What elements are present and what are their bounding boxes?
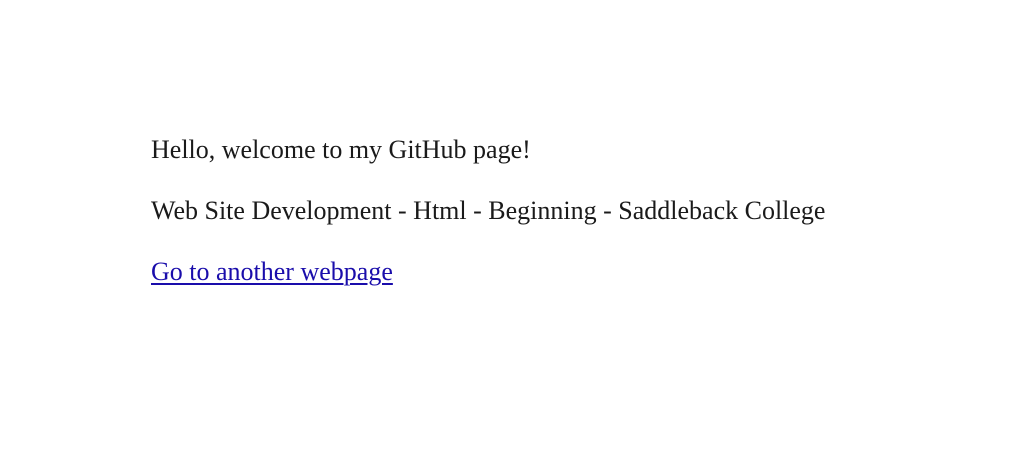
- course-description: Web Site Development - Html - Beginning …: [151, 196, 826, 225]
- another-webpage-link[interactable]: Go to another webpage: [151, 255, 393, 289]
- greeting-text: Hello, welcome to my GitHub page!: [151, 135, 531, 164]
- page-content: Hello, welcome to my GitHub page! Web Si…: [151, 133, 1011, 289]
